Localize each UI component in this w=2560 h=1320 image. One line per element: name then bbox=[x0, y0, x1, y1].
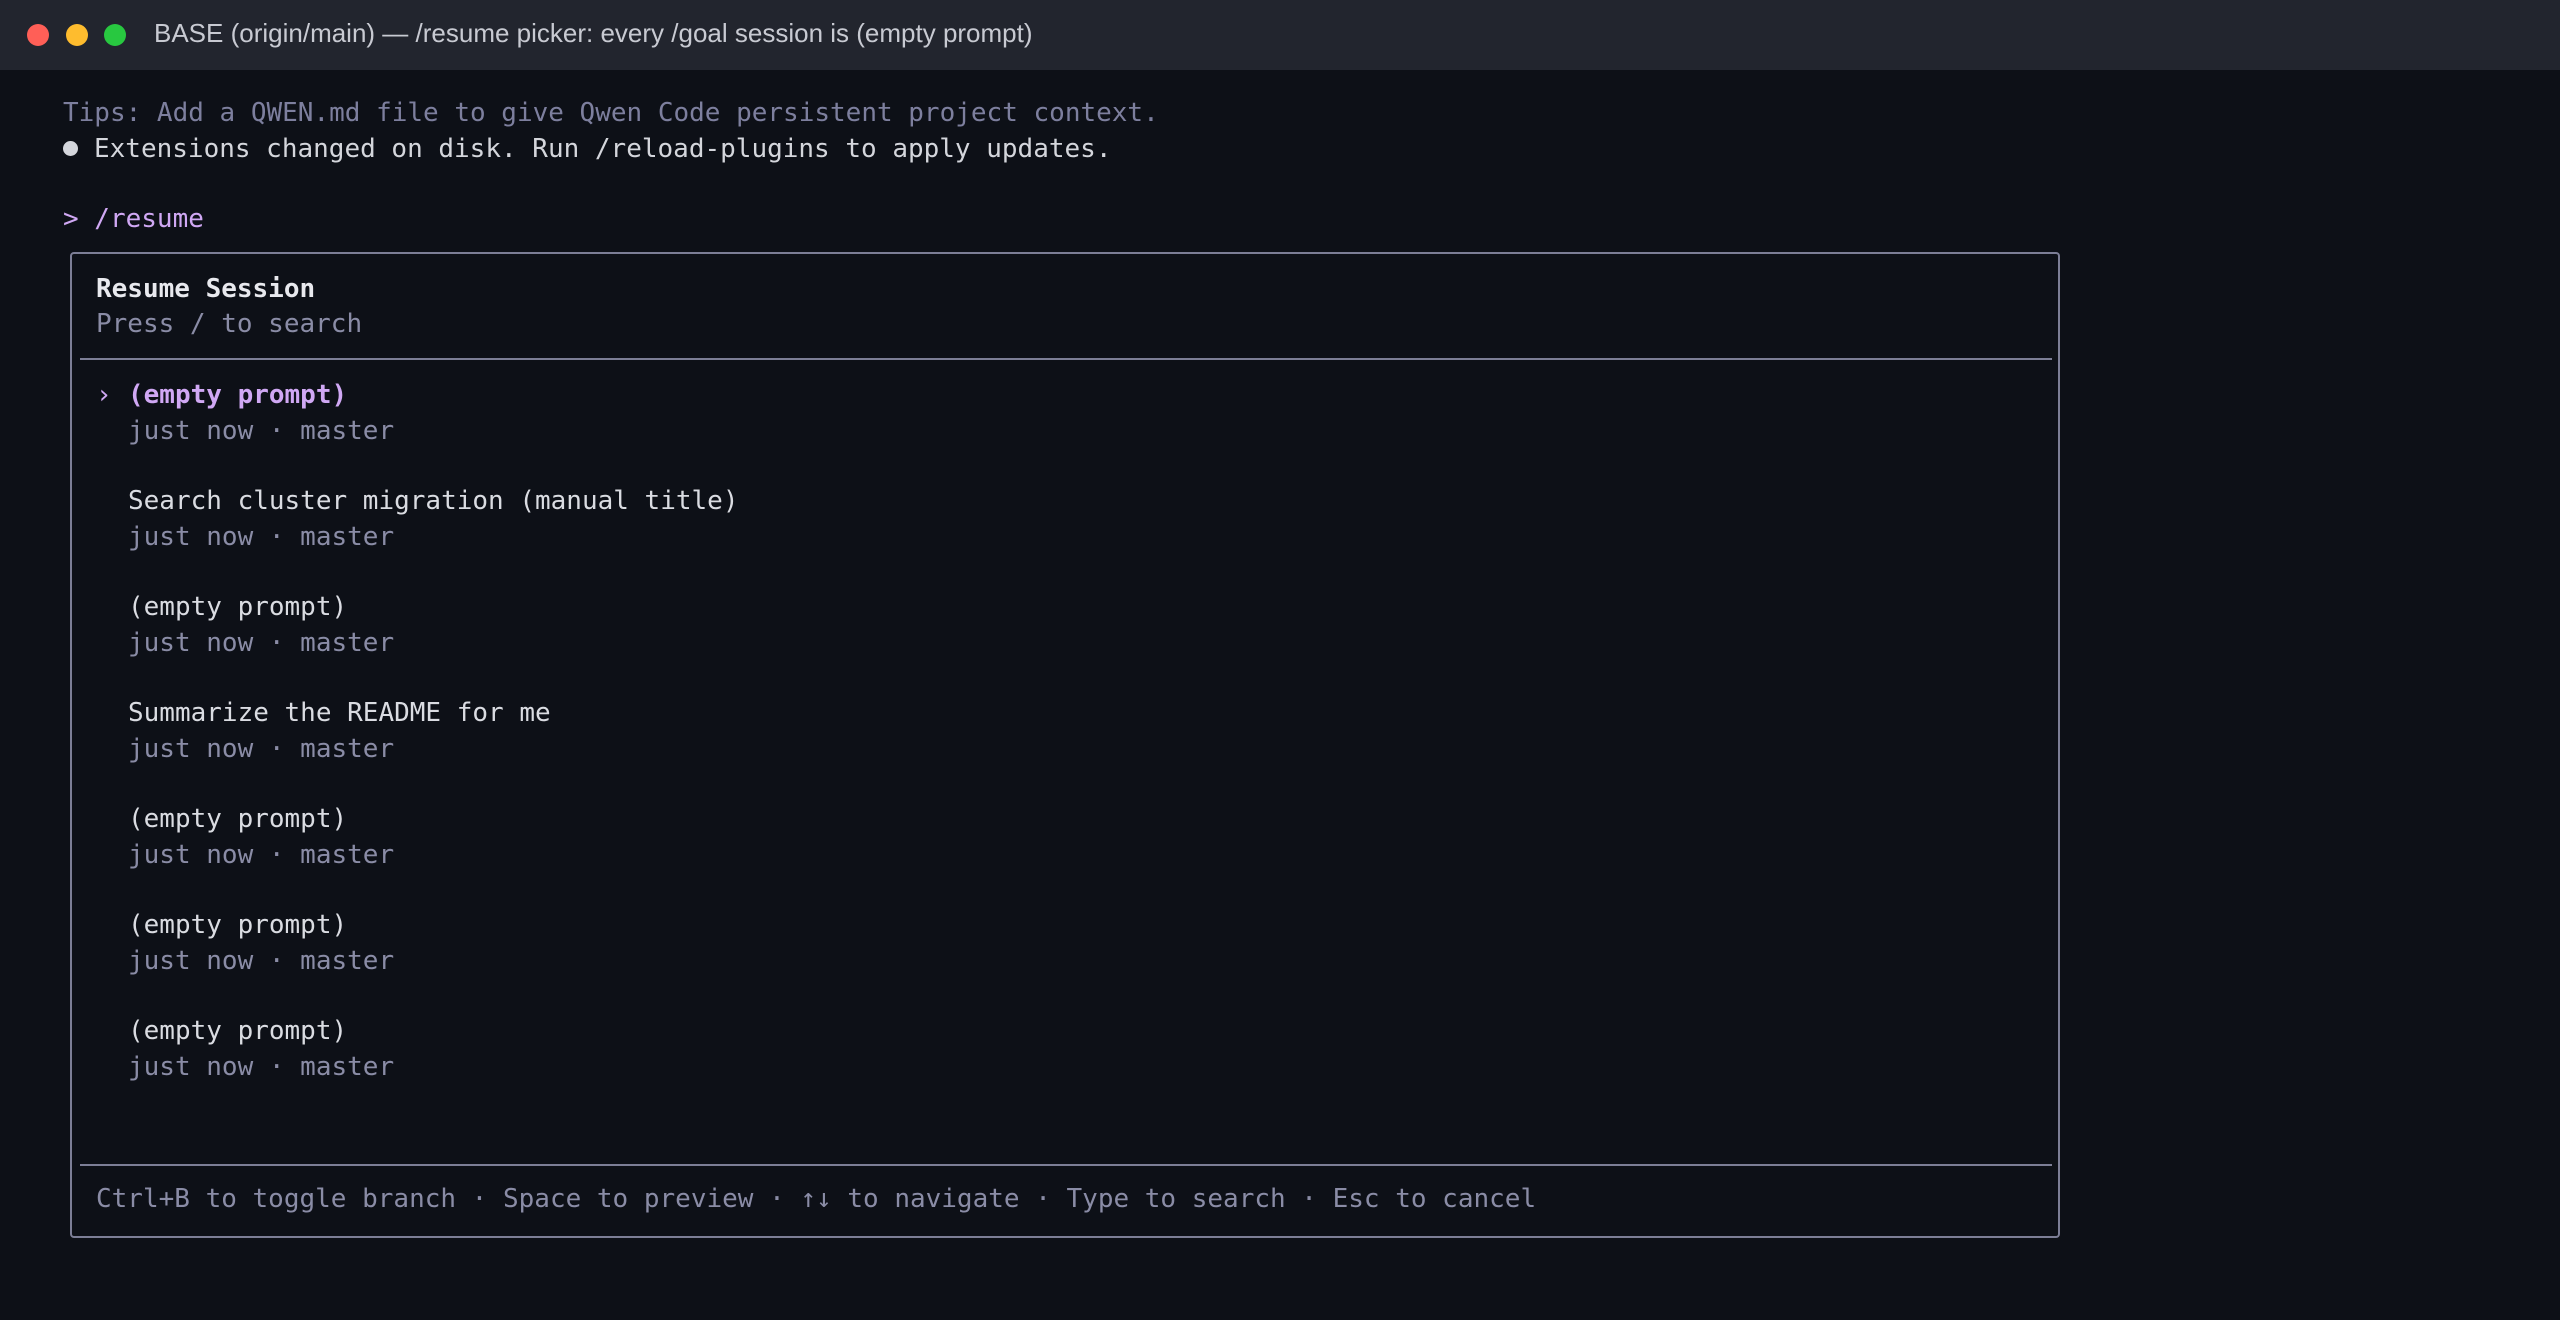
command-prompt: > /resume bbox=[63, 204, 204, 234]
selection-pointer-icon: › bbox=[96, 380, 112, 410]
resume-session-panel: Resume Session Press / to search › (empty… bbox=[70, 252, 2060, 1238]
panel-divider bbox=[80, 1164, 2052, 1166]
session-item[interactable]: (empty prompt) just now · master bbox=[96, 908, 1996, 988]
extensions-notice: Extensions changed on disk. Run /reload-… bbox=[63, 132, 1111, 166]
tips-text: Tips: Add a QWEN.md file to give Qwen Co… bbox=[63, 98, 1159, 128]
session-item[interactable]: › (empty prompt) just now · master bbox=[96, 378, 1996, 458]
session-title: (empty prompt) bbox=[128, 804, 348, 834]
bullet-icon bbox=[63, 141, 78, 156]
close-window-button[interactable] bbox=[27, 24, 49, 46]
session-title: (empty prompt) bbox=[128, 592, 348, 622]
session-meta: just now · master bbox=[128, 840, 395, 870]
session-item[interactable]: Summarize the README for me just now · ma… bbox=[96, 696, 1996, 776]
panel-title: Resume Session bbox=[96, 274, 316, 304]
session-item[interactable]: (empty prompt) just now · master bbox=[96, 1014, 1996, 1094]
session-item[interactable]: (empty prompt) just now · master bbox=[96, 802, 1996, 882]
session-title: Search cluster migration (manual title) bbox=[128, 486, 739, 516]
window-title: BASE (origin/main) — /resume picker: eve… bbox=[154, 18, 1033, 48]
session-item[interactable]: Search cluster migration (manual title) j… bbox=[96, 484, 1996, 564]
session-meta: just now · master bbox=[128, 628, 395, 658]
session-title: (empty prompt) bbox=[128, 910, 348, 940]
extensions-notice-text: Extensions changed on disk. Run /reload-… bbox=[94, 134, 1112, 164]
window-titlebar: BASE (origin/main) — /resume picker: eve… bbox=[0, 0, 2560, 70]
session-meta: just now · master bbox=[128, 416, 395, 446]
session-meta: just now · master bbox=[128, 946, 395, 976]
maximize-window-button[interactable] bbox=[104, 24, 126, 46]
keyboard-shortcuts-hint: Ctrl+B to toggle branch · Space to previ… bbox=[96, 1184, 1537, 1214]
minimize-window-button[interactable] bbox=[66, 24, 88, 46]
session-meta: just now · master bbox=[128, 734, 395, 764]
panel-divider bbox=[80, 358, 2052, 360]
session-title: (empty prompt) bbox=[128, 380, 348, 410]
search-hint: Press / to search bbox=[96, 309, 363, 339]
session-meta: just now · master bbox=[128, 1052, 395, 1082]
session-item[interactable]: (empty prompt) just now · master bbox=[96, 590, 1996, 670]
session-title: Summarize the README for me bbox=[128, 698, 551, 728]
session-meta: just now · master bbox=[128, 522, 395, 552]
session-title: (empty prompt) bbox=[128, 1016, 348, 1046]
